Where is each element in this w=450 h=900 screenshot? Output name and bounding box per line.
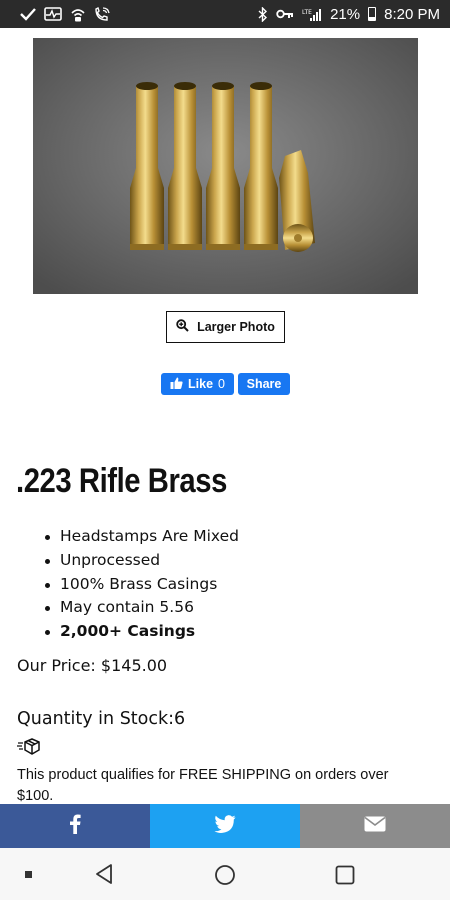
status-bar: LTE 21% 8:20 PM	[0, 0, 450, 28]
list-item: Unprocessed	[44, 549, 239, 573]
product-price: Our Price: $145.00	[17, 656, 168, 675]
share-label: Share	[246, 377, 282, 391]
battery-percent: 21%	[330, 5, 361, 23]
status-bar-left	[20, 6, 110, 22]
share-twitter-button[interactable]	[150, 804, 300, 848]
signal-icon: LTE	[302, 7, 322, 22]
larger-photo-button[interactable]: Larger Photo	[166, 311, 285, 343]
status-bar-right: LTE 21% 8:20 PM	[258, 6, 440, 23]
list-item: Headstamps Are Mixed	[44, 525, 239, 549]
feature-list: Headstamps Are Mixed Unprocessed 100% Br…	[44, 525, 239, 644]
key-icon	[276, 8, 294, 20]
phone-wifi-icon	[94, 6, 110, 22]
shipping-note: This product qualifies for FREE SHIPPING…	[17, 767, 389, 804]
product-title: .223 Rifle Brass	[16, 462, 227, 500]
bluetooth-icon	[258, 6, 268, 22]
share-facebook-button[interactable]	[0, 804, 150, 848]
back-icon[interactable]	[92, 862, 116, 886]
facebook-share-button[interactable]: Share	[238, 373, 290, 395]
facebook-like-button[interactable]: Like 0	[161, 373, 234, 395]
list-item: 100% Brass Casings	[44, 573, 239, 597]
recent-dot[interactable]	[24, 870, 32, 878]
share-bar	[0, 804, 450, 848]
list-item: May contain 5.56	[44, 596, 239, 620]
svg-text:LTE: LTE	[302, 9, 312, 16]
list-item: 2,000+ Casings	[44, 620, 239, 644]
overview-icon[interactable]	[333, 863, 357, 887]
larger-photo-label: Larger Photo	[197, 320, 275, 334]
twitter-icon	[214, 815, 236, 837]
android-nav-bar	[0, 848, 450, 900]
product-photo[interactable]	[33, 38, 418, 294]
like-count: 0	[218, 377, 225, 391]
stock-quantity: Quantity in Stock:6	[17, 709, 186, 729]
thumbs-up-icon	[170, 377, 183, 392]
shipping-box-icon	[17, 737, 41, 757]
status-time: 8:20 PM	[384, 5, 440, 23]
pulse-icon	[44, 7, 62, 21]
battery-icon	[368, 7, 377, 21]
facebook-icon	[69, 814, 81, 838]
share-email-button[interactable]	[300, 804, 450, 848]
email-icon	[364, 816, 386, 836]
home-icon[interactable]	[213, 863, 237, 887]
zoom-in-icon	[176, 319, 189, 335]
wifi-call-icon	[70, 7, 86, 22]
check-icon	[20, 7, 36, 21]
like-label: Like	[188, 377, 214, 391]
